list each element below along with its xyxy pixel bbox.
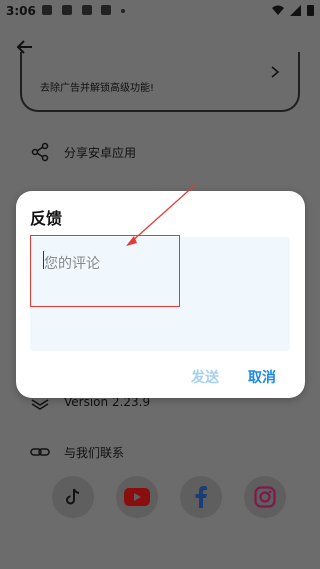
premium-text: 去除广告并解锁高级功能!: [40, 83, 155, 94]
dialog-title: 反馈: [30, 209, 63, 228]
wifi-icon: [272, 5, 284, 15]
send-button[interactable]: 发送: [191, 367, 219, 387]
share-app-row[interactable]: 分享安卓应用: [30, 142, 136, 162]
youtube-icon: [124, 488, 150, 506]
chevron-right-icon: [271, 66, 280, 78]
more-notifications-icon: [121, 9, 125, 13]
contact-row[interactable]: 与我们联系: [30, 442, 124, 462]
battery-icon: [307, 5, 314, 16]
facebook-button[interactable]: [180, 476, 222, 518]
status-bar: 3:06: [0, 0, 320, 24]
highlight-box: [30, 235, 180, 307]
instagram-icon: [254, 486, 276, 508]
facebook-icon: [195, 486, 207, 508]
tiktok-icon: [66, 488, 80, 505]
cancel-button[interactable]: 取消: [248, 367, 276, 387]
share-icon: [31, 142, 49, 162]
gallery-notification-icon: [42, 5, 52, 15]
app-notification-icon: [62, 5, 72, 15]
youtube-button[interactable]: [116, 476, 158, 518]
status-time: 3:06: [6, 4, 36, 18]
signal-icon: [290, 4, 301, 16]
tiktok-button[interactable]: [52, 476, 94, 518]
translate-notification-icon: [82, 5, 92, 15]
contact-label: 与我们联系: [64, 445, 125, 460]
share-app-label: 分享安卓应用: [64, 145, 137, 160]
social-links: [52, 476, 286, 518]
premium-card[interactable]: 去除广告并解锁高级功能!: [20, 52, 300, 112]
instagram-button[interactable]: [244, 476, 286, 518]
link-icon: [30, 448, 50, 456]
media-notification-icon: [101, 5, 111, 15]
